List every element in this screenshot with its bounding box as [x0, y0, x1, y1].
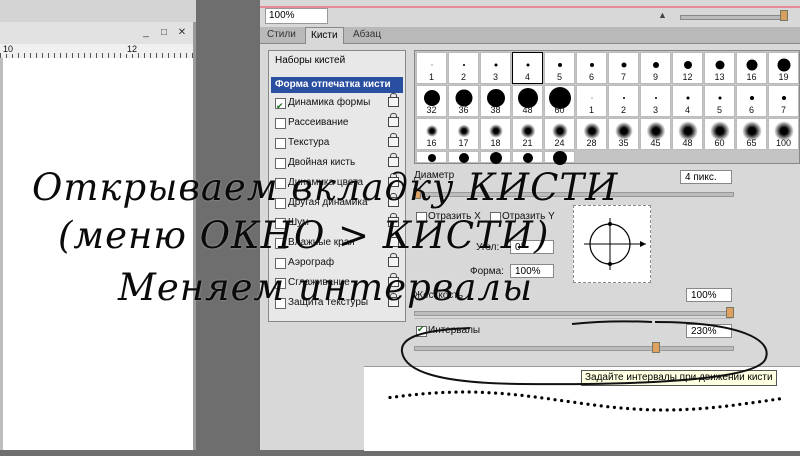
annotation-line-2: (меню ОКНО > КИСТИ): [58, 214, 550, 257]
annotation-line-3: Меняем интервалы: [118, 266, 534, 309]
annotation-line-1: Открываем вкладку КИСТИ: [32, 166, 619, 209]
